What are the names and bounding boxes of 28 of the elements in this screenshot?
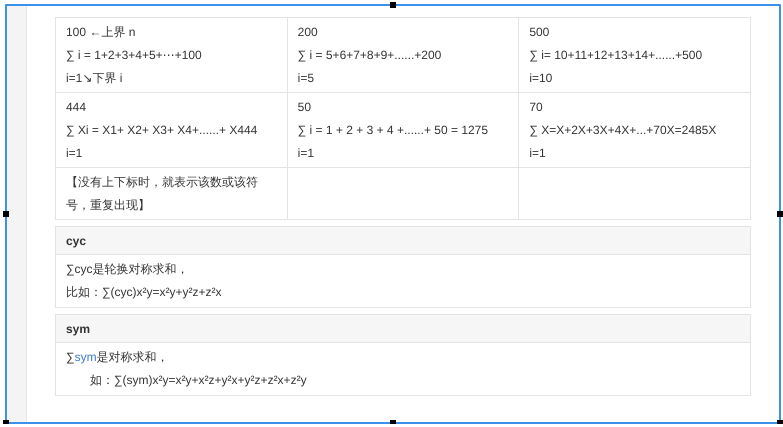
cell-text: ∑ Xi = X1+ X2+ X3+ X4+......+ X444	[66, 123, 258, 137]
cell-text: 200	[298, 25, 318, 39]
cell-text: i=1	[66, 146, 82, 160]
resize-handle[interactable]	[3, 211, 9, 217]
cell-text: i=5	[298, 71, 314, 85]
cell-text: 70	[529, 100, 543, 114]
cell-text: ∑ i = 1 + 2 + 3 + 4 +......+ 50 = 1275	[298, 123, 488, 137]
cell-text: i=1↘下界 i	[66, 71, 122, 85]
resize-handle[interactable]	[390, 2, 396, 8]
cell-text: i=1	[529, 146, 546, 160]
cell-text: 50	[298, 100, 312, 114]
cell-note: 【没有上下标时，就表示该数或该符号，重复出现】	[66, 174, 259, 214]
cell-text: 500	[529, 25, 550, 39]
cell-text: 100 ←上界 n	[66, 25, 136, 39]
panel-text: 如：∑(sym)x²y=x²y+x²z+y²x+y²z+z²x+z²y	[89, 373, 307, 387]
cell-text: ∑ i = 5+6+7+8+9+......+200	[298, 48, 442, 62]
cell-text: i=1	[298, 146, 314, 160]
cell-text: i=10	[529, 71, 552, 85]
resize-handle[interactable]	[777, 211, 783, 217]
panel-text: ∑cyc是轮换对称求和，	[66, 262, 189, 276]
cell-text: 444	[66, 100, 86, 114]
cell-text: ∑ i = 1+2+3+4+5+⋯+100	[66, 48, 202, 62]
cell-text: ∑ X=X+2X+3X+4X+...+70X=2485X	[529, 123, 716, 137]
panel-text: 比如：∑(cyc)x²y=x²y+y²z+z²x	[66, 285, 222, 299]
cell-text: ∑ i= 10+11+12+13+14+......+500	[529, 48, 702, 62]
panel-title: cyc	[66, 234, 86, 248]
panel-title: sym	[66, 322, 90, 336]
panel-text: ∑sym是对称求和，	[66, 350, 169, 364]
